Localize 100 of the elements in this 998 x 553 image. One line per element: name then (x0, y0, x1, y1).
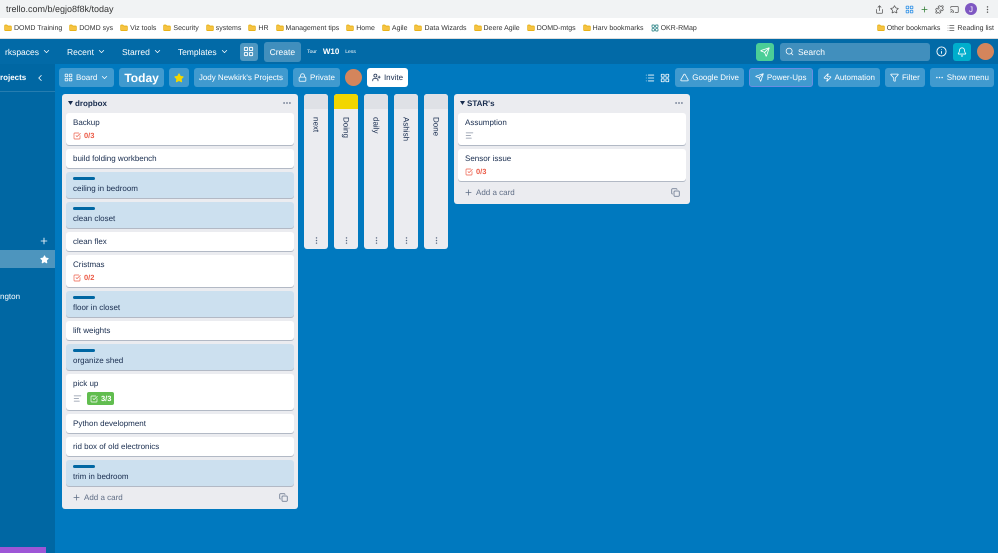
star-button[interactable] (168, 68, 189, 87)
send-icon (754, 73, 764, 82)
card-title: trim in bedroom (73, 472, 130, 481)
folder-icon (163, 24, 172, 32)
site-icon (650, 24, 659, 32)
card[interactable]: Assumption (458, 113, 686, 145)
chevron-down-icon (42, 47, 52, 56)
card-title: organize shed (73, 356, 124, 365)
list-color-bar (304, 94, 328, 109)
invite-button[interactable]: Invite (366, 68, 408, 87)
create-button[interactable]: Create (264, 42, 302, 62)
card-title: rid box of old electronics (73, 442, 160, 451)
card-title: ceiling in bedroom (73, 184, 139, 193)
plus-icon (464, 188, 473, 197)
folder-icon (248, 24, 256, 32)
list-title: daily (372, 117, 380, 136)
folder-icon (69, 24, 78, 32)
lock-icon (298, 73, 308, 82)
extension-icon[interactable] (920, 4, 929, 14)
folder-icon (382, 24, 390, 32)
filter-icon (890, 73, 899, 82)
header-menu[interactable]: Starred (116, 46, 167, 56)
caret-icon[interactable] (460, 101, 465, 105)
folder-icon (474, 24, 482, 32)
collapsed-list[interactable]: daily (364, 94, 388, 249)
template-icon[interactable] (279, 493, 288, 502)
checkbox-icon (73, 132, 81, 140)
add-icon[interactable] (39, 236, 49, 246)
card-title: Backup (73, 118, 101, 127)
chevron-down-icon (152, 47, 162, 56)
list-color-bar (424, 94, 448, 109)
address-bar[interactable]: trello.com/b/egjo8f8k/today (6, 4, 869, 14)
card[interactable]: clean closet (66, 202, 294, 228)
list-icon[interactable] (645, 72, 656, 82)
card[interactable]: lift weights (66, 321, 294, 340)
search-icon (785, 47, 794, 56)
card[interactable]: clean flex (66, 232, 294, 251)
share-icon[interactable] (875, 4, 884, 14)
puzzle-icon[interactable] (935, 4, 944, 14)
list-title: Ashish (402, 117, 410, 144)
profile-avatar[interactable]: J (965, 3, 977, 15)
list-title[interactable]: dropbox (75, 98, 107, 108)
template-icon[interactable] (671, 188, 680, 197)
header-menu[interactable]: Recent (62, 46, 111, 56)
folder-icon (876, 24, 885, 32)
card[interactable]: Python development (66, 414, 294, 433)
extension-icon[interactable] (905, 4, 914, 14)
header-menu[interactable]: Templates (172, 46, 234, 56)
collapsed-list[interactable]: Ashish (394, 94, 418, 249)
add-card-button[interactable]: Add a card (72, 493, 123, 502)
folder-icon (526, 24, 535, 32)
list-title: Done (432, 117, 440, 138)
chevron-down-icon (96, 47, 106, 56)
card-title: Cristmas (73, 260, 106, 269)
search-field[interactable]: Search (780, 42, 930, 60)
card[interactable]: ceiling in bedroom (66, 172, 294, 198)
card[interactable]: rid box of old electronics (66, 437, 294, 456)
checkbox-icon (90, 394, 98, 402)
list-title: next (312, 117, 320, 134)
checkbox-icon (73, 274, 81, 282)
extension-label: W10 (322, 47, 340, 56)
card-label (73, 349, 95, 352)
grid-icon[interactable] (660, 72, 670, 82)
card-label (73, 177, 95, 180)
add-card-button[interactable]: Add a card (464, 188, 515, 197)
list-icon (947, 24, 956, 32)
info-icon[interactable] (936, 46, 947, 57)
folder-icon (4, 24, 12, 32)
cast-icon[interactable] (950, 4, 959, 14)
card-label (73, 207, 95, 210)
header-menu[interactable]: rkspaces (0, 46, 56, 56)
star-icon (174, 72, 184, 82)
collapsed-list[interactable]: next (304, 94, 328, 249)
card-title: pick up (73, 379, 100, 388)
card[interactable]: build folding workbench (66, 149, 294, 168)
card-title: build folding workbench (73, 154, 158, 163)
card[interactable]: trim in bedroom (66, 460, 294, 486)
folder-icon (414, 24, 422, 32)
logo-icon[interactable] (240, 42, 258, 60)
list-title[interactable]: STAR's (467, 98, 495, 108)
notification-icon[interactable] (953, 42, 971, 60)
folder-icon (206, 24, 214, 32)
card[interactable]: floor in closet (66, 291, 294, 317)
card-title: clean closet (73, 214, 116, 223)
collapsed-list[interactable]: Done (424, 94, 448, 249)
chevron-down-icon (220, 47, 229, 56)
star-icon[interactable] (890, 4, 899, 14)
list-color-bar (364, 94, 388, 109)
caret-icon[interactable] (68, 101, 73, 105)
card-title: Assumption (465, 118, 508, 127)
list-title: Doing (342, 117, 350, 140)
folder-icon (582, 24, 591, 32)
collapsed-list[interactable]: Doing (334, 94, 358, 249)
extension-icon[interactable] (756, 42, 774, 60)
plus-icon (72, 493, 81, 502)
sidebar-item[interactable]: ngton (0, 288, 55, 305)
card[interactable]: organize shed (66, 344, 294, 370)
folder-icon (346, 24, 354, 32)
folder-icon (120, 24, 128, 32)
card-label (73, 296, 95, 299)
